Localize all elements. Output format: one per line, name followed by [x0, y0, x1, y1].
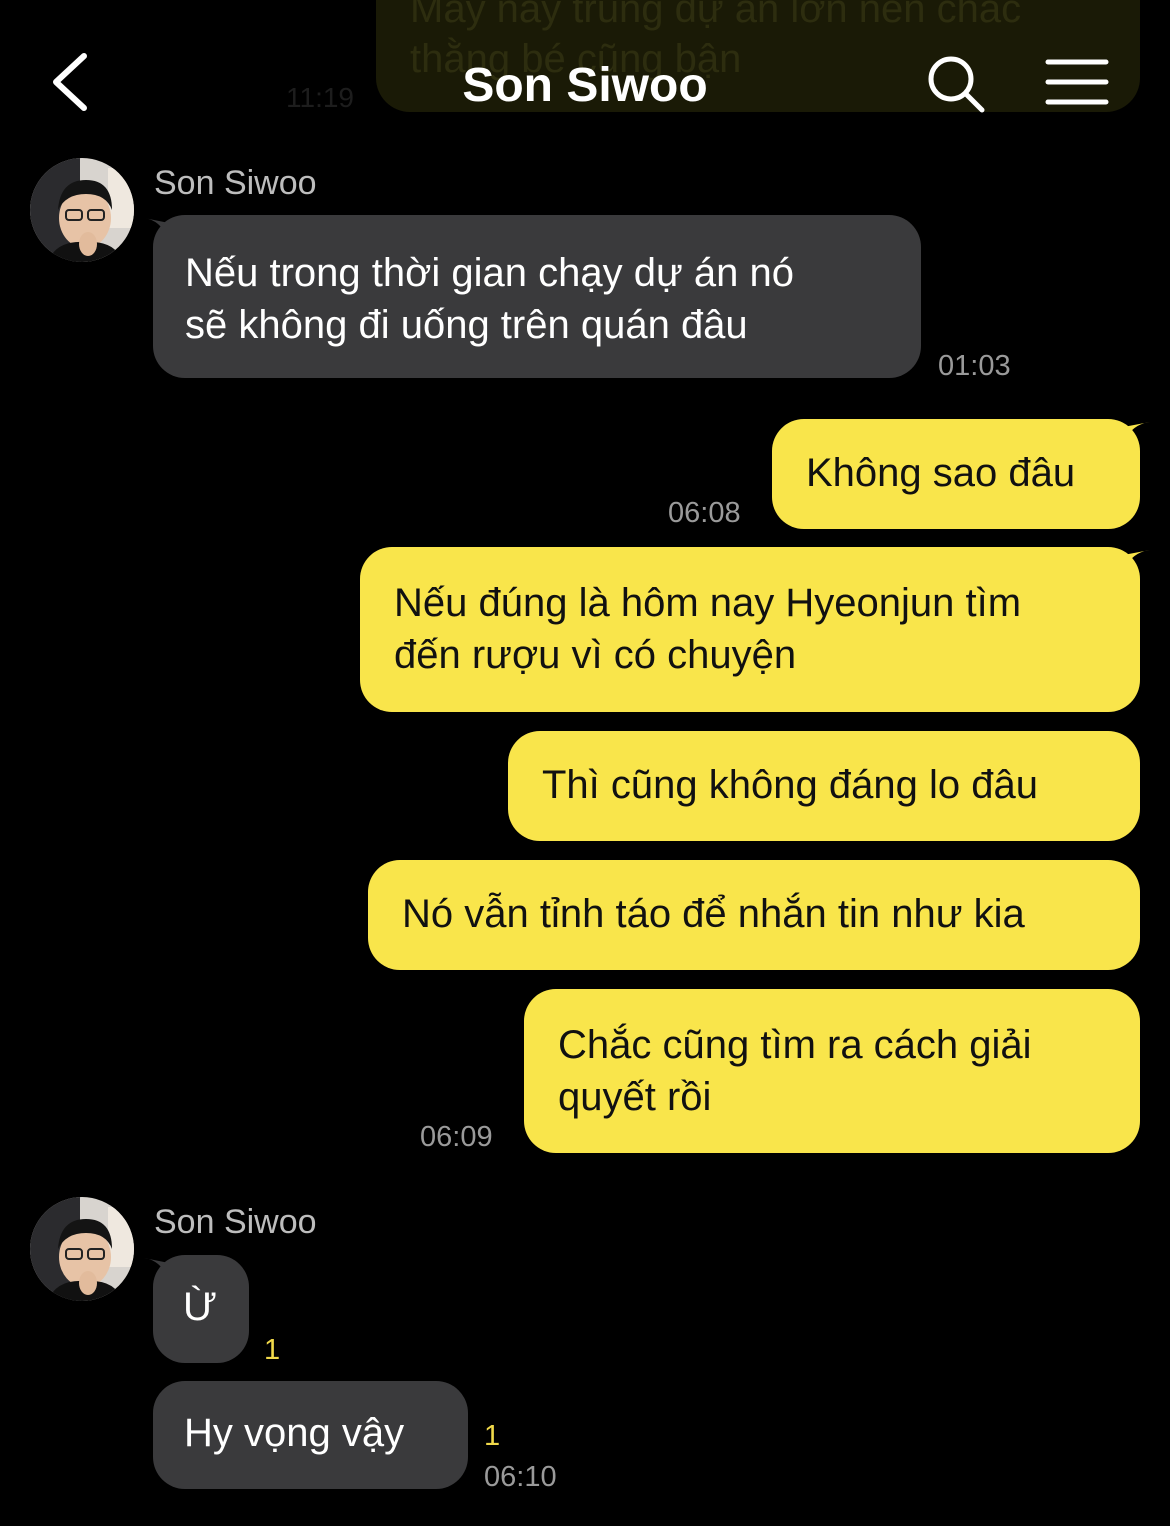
sender-name: Son Siwoo [154, 164, 317, 202]
message-text: đến rượu vì có chuyện [394, 633, 797, 677]
search-icon [928, 56, 985, 113]
message-text: Không sao đâu [806, 451, 1076, 495]
message-text: quyết rồi [558, 1075, 712, 1119]
message-text: Nếu trong thời gian chạy dự án nó [185, 251, 794, 295]
message-text: sẽ không đi uống trên quán đâu [185, 303, 748, 347]
chat-header: Son Siwoo [0, 0, 1170, 130]
message-time: 06:10 [484, 1461, 557, 1493]
avatar[interactable] [30, 1197, 134, 1301]
unread-count: 1 [484, 1420, 501, 1452]
menu-button[interactable] [1042, 54, 1112, 114]
chat-title: Son Siwoo [462, 59, 708, 112]
message-bubble-outgoing[interactable]: Không sao đâu [772, 419, 1140, 529]
message-bubble-incoming[interactable]: Nếu trong thời gian chạy dự án nó sẽ khô… [153, 215, 921, 378]
unread-count: 1 [264, 1334, 281, 1366]
back-button[interactable] [40, 48, 110, 118]
message-time: 06:08 [668, 497, 741, 529]
message-bubble-outgoing[interactable]: Chắc cũng tìm ra cách giải quyết rồi [524, 989, 1140, 1153]
message-text: Ừ [183, 1285, 218, 1329]
message-text: Chắc cũng tìm ra cách giải [558, 1023, 1032, 1067]
message-bubble-outgoing[interactable]: Nếu đúng là hôm nay Hyeonjun tìm đến rượ… [360, 547, 1140, 712]
message-bubble-incoming[interactable]: Hy vọng vậy [153, 1381, 468, 1489]
sender-name: Son Siwoo [154, 1203, 317, 1241]
message-bubble-outgoing[interactable]: Thì cũng không đáng lo đâu [508, 731, 1140, 841]
message-text: Thì cũng không đáng lo đâu [542, 763, 1038, 807]
back-chevron-icon [53, 53, 87, 111]
message-time: 01:03 [938, 350, 1011, 382]
message-time: 06:09 [420, 1121, 493, 1153]
message-bubble-incoming[interactable]: Ừ [153, 1255, 249, 1363]
message-text: Nếu đúng là hôm nay Hyeonjun tìm [394, 581, 1022, 625]
avatar[interactable] [30, 158, 134, 262]
message-bubble-outgoing[interactable]: Nó vẫn tỉnh táo để nhắn tin như kia [368, 860, 1140, 970]
menu-icon [1045, 59, 1109, 105]
search-button[interactable] [924, 52, 988, 116]
message-text: Nó vẫn tỉnh táo để nhắn tin như kia [402, 892, 1025, 936]
message-text: Hy vọng vậy [184, 1411, 405, 1455]
